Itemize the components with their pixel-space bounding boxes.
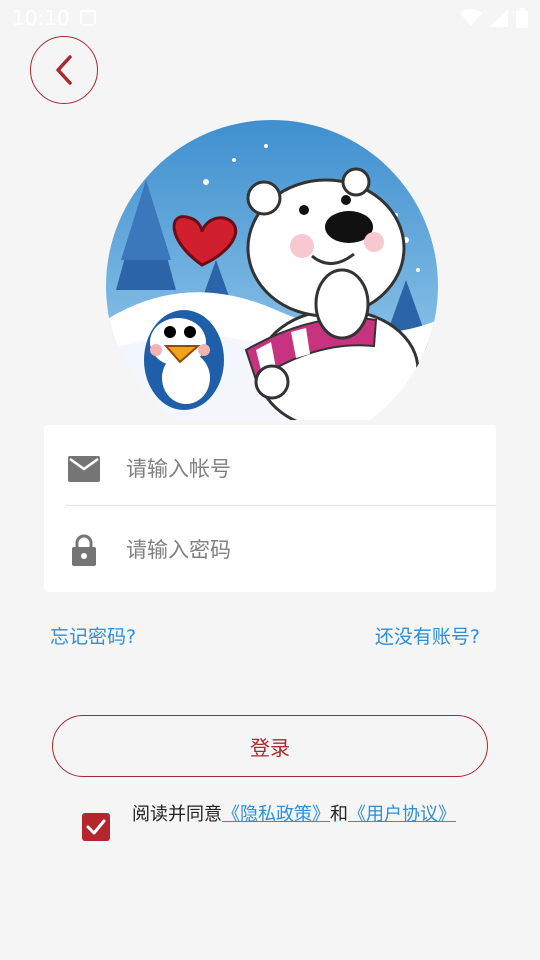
polar-bear-penguin-illustration xyxy=(106,120,438,420)
account-input[interactable] xyxy=(126,449,476,489)
check-icon xyxy=(86,819,106,835)
field-divider xyxy=(66,505,496,506)
login-card xyxy=(44,425,496,592)
agreement-checkbox[interactable] xyxy=(82,813,110,841)
status-right xyxy=(460,8,528,28)
status-left: 10:10 xyxy=(12,6,96,30)
back-button[interactable] xyxy=(30,36,98,104)
avatar xyxy=(106,120,438,420)
chevron-left-icon xyxy=(56,55,72,85)
lock-icon xyxy=(68,534,100,566)
agreement-and: 和 xyxy=(330,804,348,825)
forgot-password-link[interactable]: 忘记密码? xyxy=(50,622,136,649)
privacy-policy-link[interactable]: 《隐私政策》 xyxy=(222,804,330,825)
mail-icon xyxy=(68,453,100,485)
wifi-icon xyxy=(460,9,482,26)
status-time: 10:10 xyxy=(12,6,70,30)
battery-icon xyxy=(516,8,528,28)
signal-icon xyxy=(490,9,508,27)
status-bar: 10:10 xyxy=(0,0,540,36)
app-notification-icon xyxy=(79,10,96,26)
agreement-prefix: 阅读并同意 xyxy=(132,804,222,825)
login-button[interactable]: 登录 xyxy=(52,715,488,777)
password-input[interactable] xyxy=(126,530,476,570)
password-row xyxy=(44,510,496,590)
account-row xyxy=(44,429,496,509)
agreement-text: 阅读并同意《隐私政策》和《用户协议》 xyxy=(132,800,462,829)
register-link[interactable]: 还没有账号? xyxy=(375,622,480,649)
user-agreement-link[interactable]: 《用户协议》 xyxy=(348,804,456,825)
